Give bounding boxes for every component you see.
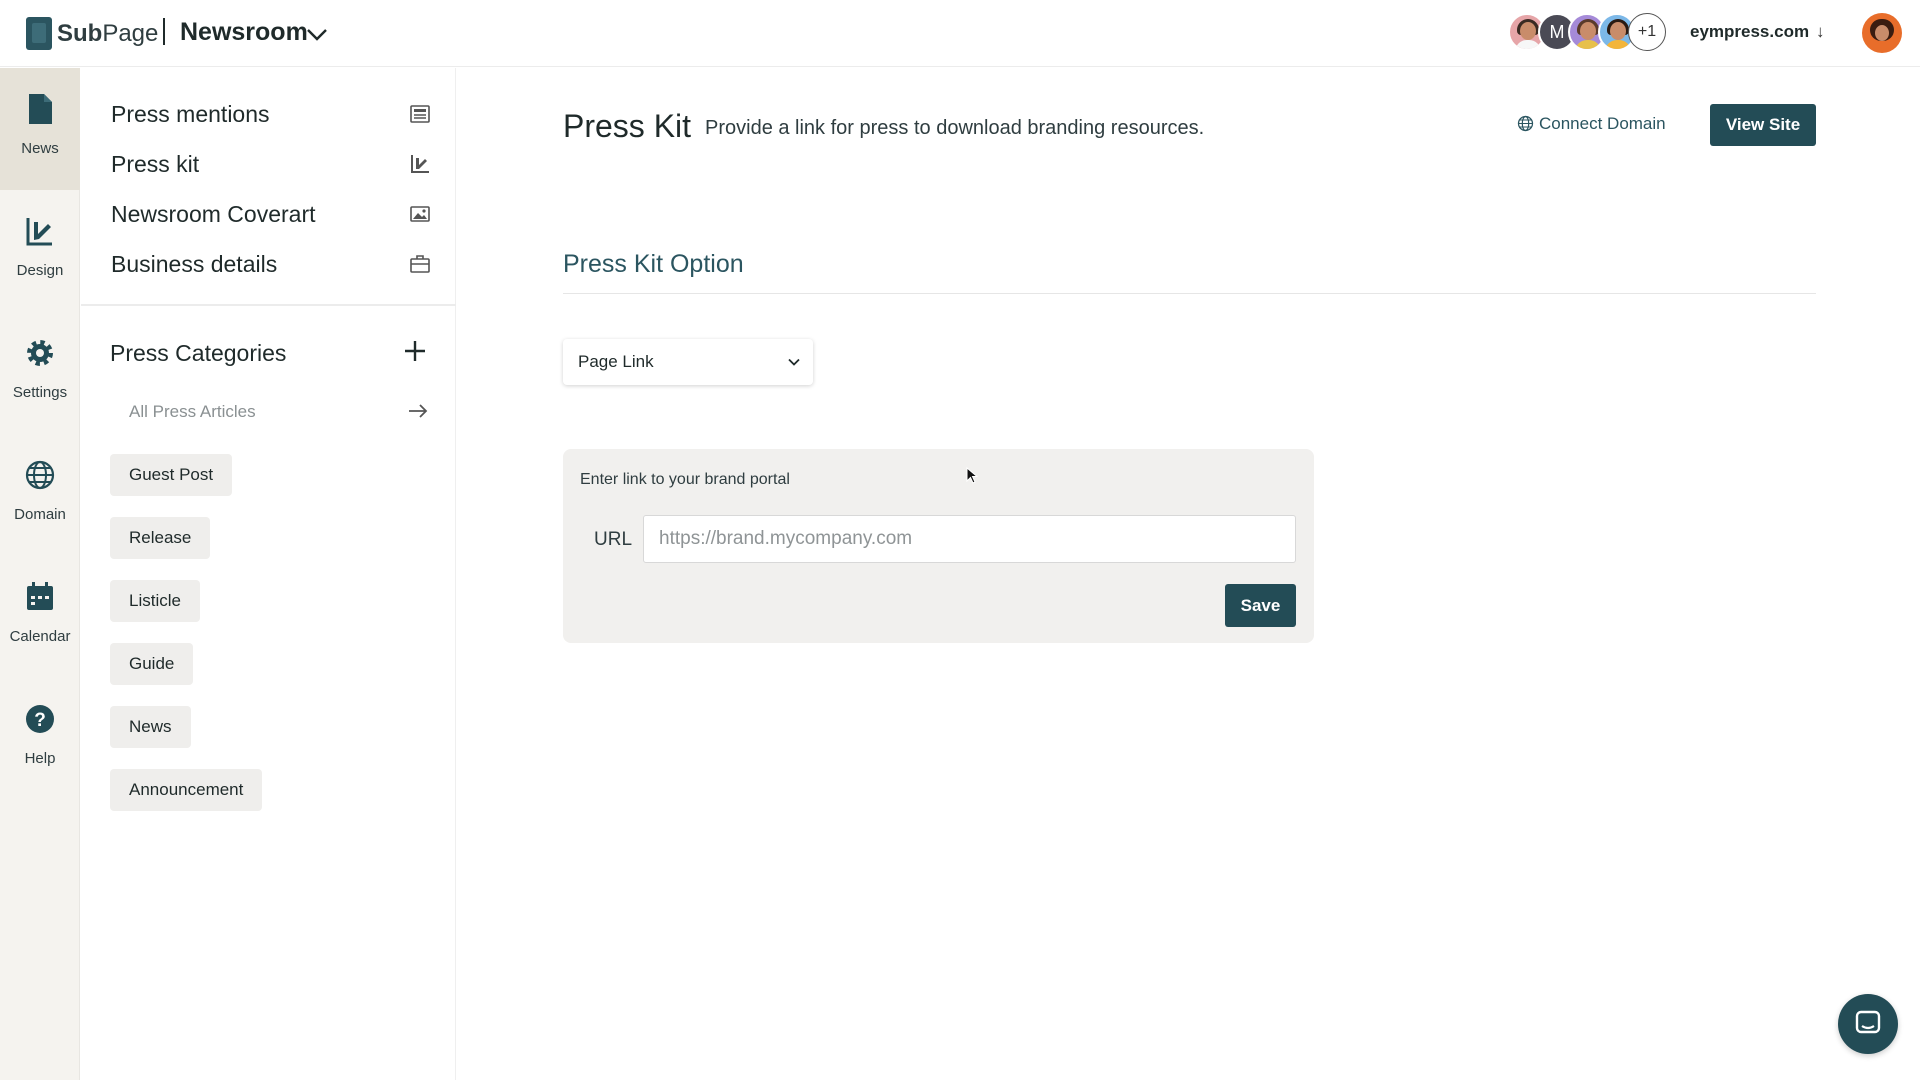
category-chip-release[interactable]: Release xyxy=(110,517,211,559)
chat-launcher-button[interactable] xyxy=(1838,994,1898,1054)
rail-item-domain[interactable]: Domain xyxy=(0,434,80,556)
page-title: Press Kit xyxy=(563,108,692,144)
press-categories-title: Press Categories xyxy=(110,340,287,366)
design-icon xyxy=(26,218,52,246)
category-chip-guide[interactable]: Guide xyxy=(110,643,194,685)
user-avatar[interactable] xyxy=(1862,13,1902,53)
top-bar: SubPage Newsroom M +1 eympress.com ↓ xyxy=(0,0,1920,67)
url-label: URL xyxy=(594,529,633,550)
arrow-down-icon[interactable]: ↓ xyxy=(1816,22,1825,42)
add-category-icon[interactable] xyxy=(402,338,428,364)
brand-name[interactable]: SubPage xyxy=(57,20,158,48)
briefcase-icon xyxy=(410,255,430,273)
workspace-name[interactable]: Newsroom xyxy=(180,18,308,47)
page-subtitle: Provide a link for press to download bra… xyxy=(705,117,1205,139)
more-collaborators-badge[interactable]: +1 xyxy=(1628,13,1666,51)
menu-item-press-kit[interactable]: Press kit xyxy=(111,143,431,183)
section-title: Press Kit Option xyxy=(563,250,744,278)
divider xyxy=(563,293,1816,294)
rail-item-design[interactable]: Design xyxy=(0,190,80,312)
press-kit-option-select[interactable]: Page Link xyxy=(563,339,813,385)
category-chip-announcement[interactable]: Announcement xyxy=(110,769,263,811)
rail-label: Domain xyxy=(14,506,66,523)
chat-icon xyxy=(1855,1010,1881,1034)
newspaper-icon xyxy=(410,105,430,123)
menu-item-newsroom-coverart[interactable]: Newsroom Coverart xyxy=(111,193,431,233)
rail-label: News xyxy=(21,140,59,157)
menu-item-label: Newsroom Coverart xyxy=(111,201,316,227)
menu-item-business-details[interactable]: Business details xyxy=(111,243,431,283)
divider xyxy=(81,304,456,306)
gear-icon xyxy=(27,340,53,366)
svg-text:?: ? xyxy=(34,710,46,731)
arrow-right-icon[interactable] xyxy=(407,402,429,420)
url-input[interactable] xyxy=(643,515,1296,563)
left-rail: News Design Settings Domain Calendar ? H… xyxy=(0,68,80,1080)
category-chip-guest-post[interactable]: Guest Post xyxy=(110,454,233,496)
rail-item-help[interactable]: ? Help xyxy=(0,678,80,800)
chevron-down-icon xyxy=(788,358,800,366)
mouse-cursor-icon xyxy=(966,467,978,484)
domain-switcher[interactable]: eympress.com xyxy=(1690,22,1809,42)
image-icon xyxy=(410,206,430,222)
rail-item-settings[interactable]: Settings xyxy=(0,312,80,434)
rail-label: Design xyxy=(16,262,64,279)
secondary-nav: Press mentions Press kit Newsroom Covera… xyxy=(81,68,456,1080)
globe-icon xyxy=(25,460,55,490)
rail-label: Calendar xyxy=(9,628,71,645)
chevron-down-icon[interactable] xyxy=(305,22,329,46)
menu-item-press-mentions[interactable]: Press mentions xyxy=(111,93,431,133)
menu-item-label: Business details xyxy=(111,251,278,277)
view-site-button[interactable]: View Site xyxy=(1710,104,1816,146)
category-chip-listicle[interactable]: Listicle xyxy=(110,580,200,622)
menu-item-label: Press kit xyxy=(111,151,200,177)
save-button[interactable]: Save xyxy=(1225,584,1296,627)
panel-label: Enter link to your brand portal xyxy=(580,471,790,488)
globe-icon xyxy=(1517,115,1534,132)
rail-label: Settings xyxy=(12,384,68,401)
menu-item-label: Press mentions xyxy=(111,101,270,127)
calendar-icon xyxy=(27,582,53,610)
select-value: Page Link xyxy=(578,352,654,371)
document-icon xyxy=(29,94,52,124)
help-icon: ? xyxy=(26,705,54,733)
rail-item-news[interactable]: News xyxy=(0,68,80,190)
all-press-articles-link[interactable]: All Press Articles xyxy=(129,402,256,422)
brand-portal-panel: Enter link to your brand portal URL Save xyxy=(563,449,1314,643)
divider xyxy=(163,18,165,45)
category-chip-news[interactable]: News xyxy=(110,706,191,748)
connect-domain-link[interactable]: Connect Domain xyxy=(1517,114,1666,134)
rail-label: Help xyxy=(24,750,56,767)
connect-domain-label: Connect Domain xyxy=(1539,114,1666,133)
subpage-logo-icon[interactable] xyxy=(26,17,52,50)
rail-item-calendar[interactable]: Calendar xyxy=(0,556,80,678)
design-icon xyxy=(411,155,429,173)
